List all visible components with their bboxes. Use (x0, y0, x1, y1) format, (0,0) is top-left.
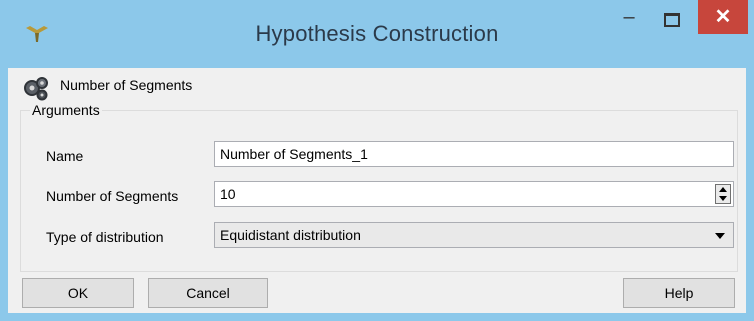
dialog-content: Number of Segments Arguments Name Number… (8, 68, 746, 313)
spin-arrows-icon[interactable] (715, 184, 731, 204)
close-button[interactable]: ✕ (698, 0, 748, 34)
arguments-group-title: Arguments (30, 102, 102, 118)
close-icon: ✕ (714, 6, 732, 28)
distribution-value: Equidistant distribution (220, 227, 361, 243)
hypothesis-type-label: Number of Segments (60, 77, 193, 93)
segments-label: Number of Segments (46, 188, 179, 204)
name-label: Name (46, 148, 84, 164)
maximize-button[interactable] (654, 8, 688, 34)
name-field-value: Number of Segments_1 (220, 146, 368, 162)
cancel-button-label: Cancel (186, 285, 230, 301)
segments-spinbox[interactable]: 10 (214, 181, 734, 207)
spin-down-icon[interactable] (719, 196, 727, 201)
help-button-label: Help (664, 285, 694, 301)
chevron-down-icon (715, 233, 725, 239)
title-bar[interactable]: Hypothesis Construction – ✕ (0, 0, 754, 70)
segments-value: 10 (220, 186, 236, 202)
help-button[interactable]: Help (623, 278, 735, 308)
spin-up-icon[interactable] (719, 187, 727, 192)
ok-button-label: OK (67, 285, 89, 301)
name-field[interactable]: Number of Segments_1 (214, 141, 734, 167)
maximize-icon (664, 13, 680, 27)
distribution-dropdown[interactable]: Equidistant distribution (214, 222, 734, 248)
distribution-label: Type of distribution (46, 229, 164, 245)
gear-cluster-icon (24, 77, 48, 101)
ok-button[interactable]: OK (22, 278, 134, 308)
cancel-button[interactable]: Cancel (148, 278, 268, 308)
minimize-icon: – (623, 6, 635, 28)
dialog-window: Hypothesis Construction – ✕ Number of Se… (0, 0, 754, 321)
minimize-button[interactable]: – (612, 6, 646, 34)
